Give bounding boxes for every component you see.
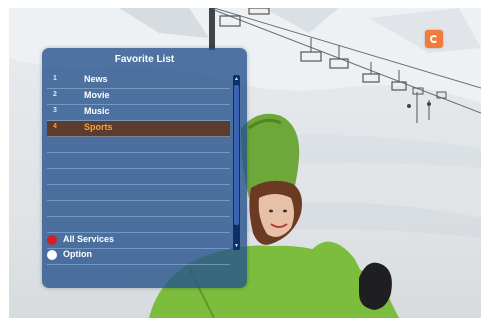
list-item-empty[interactable] <box>47 217 230 233</box>
list-item[interactable]: 3 Music <box>47 105 230 121</box>
list-item-label: News <box>84 74 108 84</box>
list-item-empty[interactable] <box>47 169 230 185</box>
list-item-number: 1 <box>53 75 57 82</box>
channel-logo-icon <box>425 30 443 48</box>
legend-label: All Services <box>63 234 115 244</box>
scroll-down-arrow-icon[interactable]: ▼ <box>233 243 240 249</box>
legend-label: Option <box>63 249 92 259</box>
list-item-number: 4 <box>53 123 57 130</box>
list-item-empty[interactable] <box>47 137 230 153</box>
list-scrollbar[interactable]: ▲ ▼ <box>233 75 240 250</box>
list-item[interactable]: 2 Movie <box>47 89 230 105</box>
list-item-label: Music <box>84 106 110 116</box>
list-item-label: Sports <box>84 122 113 132</box>
list-item-empty[interactable] <box>47 153 230 169</box>
scrollbar-thumb[interactable] <box>234 85 239 225</box>
list-item-empty[interactable] <box>47 201 230 217</box>
list-item-label: Movie <box>84 90 110 100</box>
panel-title: Favorite List <box>114 54 175 65</box>
list-item-selected[interactable]: 4 Sports <box>47 121 230 137</box>
list-item-number: 3 <box>53 107 57 114</box>
list-item-empty[interactable] <box>47 185 230 201</box>
favorite-list-panel: Favorite List 1 News 2 Movie 3 Music 4 S… <box>42 48 247 288</box>
red-button-icon <box>47 235 57 245</box>
scroll-up-arrow-icon[interactable]: ▲ <box>233 76 240 82</box>
list-item[interactable]: 1 News <box>47 73 230 89</box>
list-item-number: 2 <box>53 91 57 98</box>
white-button-icon <box>47 250 57 260</box>
